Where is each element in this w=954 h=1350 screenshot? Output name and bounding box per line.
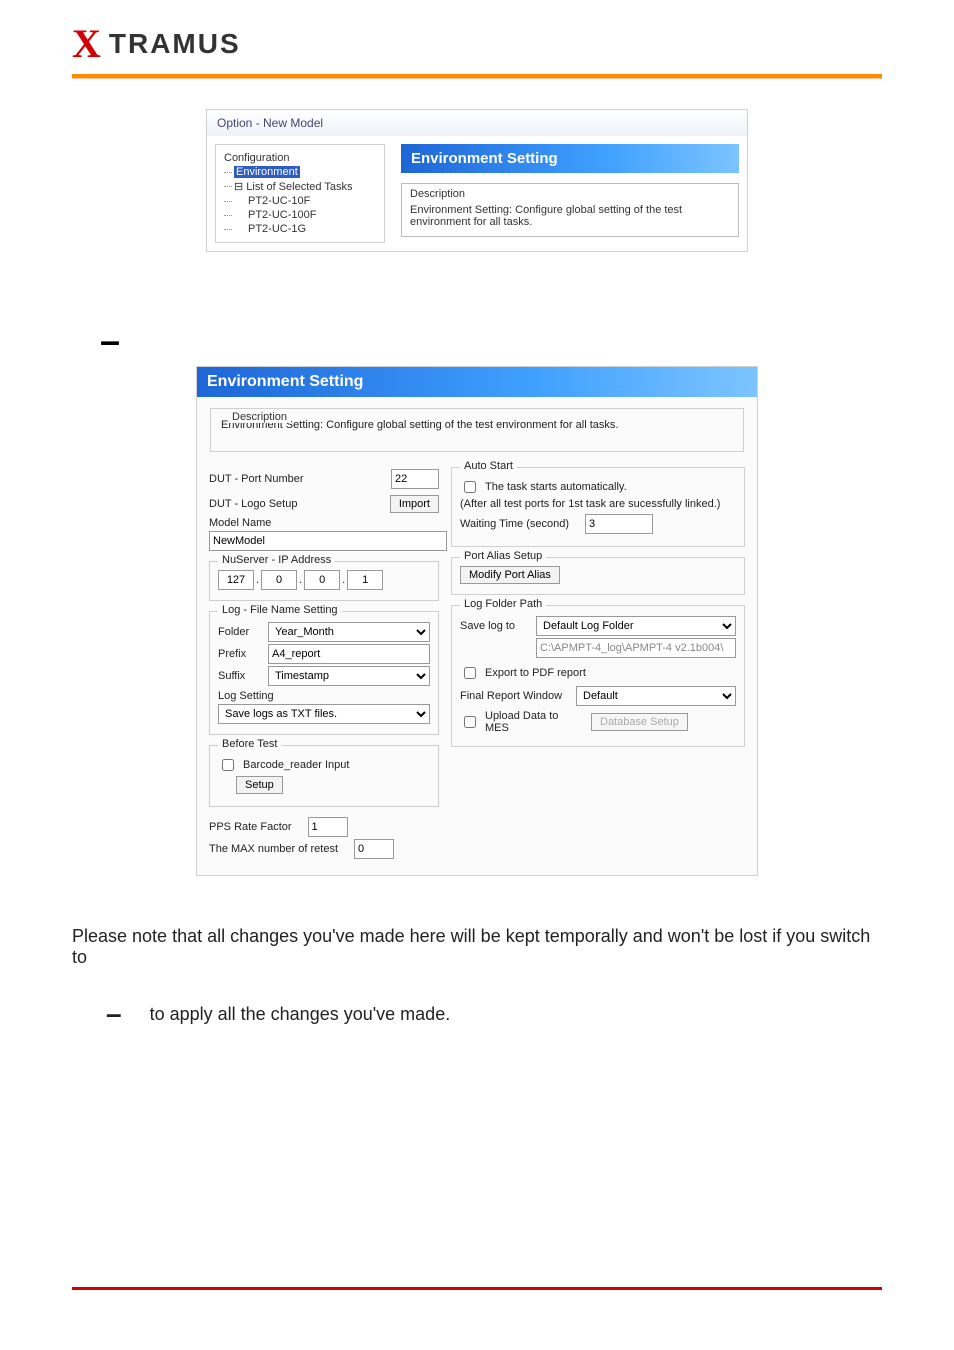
save-log-select[interactable]: Default Log Folder [536, 616, 736, 636]
final-report-label: Final Report Window [460, 690, 570, 702]
folder-label: Folder [218, 626, 262, 638]
model-name-input[interactable] [209, 531, 447, 551]
setup-button[interactable]: Setup [236, 776, 283, 794]
port-alias-group-label: Port Alias Setup [460, 550, 546, 562]
tree-item[interactable]: PT2-UC-10F [220, 194, 380, 208]
export-pdf-label: Export to PDF report [485, 667, 586, 679]
dut-logo-label: DUT - Logo Setup [209, 498, 297, 510]
pps-input[interactable] [308, 817, 348, 837]
ip-octet[interactable] [218, 570, 254, 590]
auto-start-group-label: Auto Start [460, 460, 517, 472]
environment-setting-heading-2: Environment Setting [197, 367, 757, 397]
prefix-input[interactable] [268, 644, 430, 664]
ip-octet[interactable] [304, 570, 340, 590]
folder-select[interactable]: Year_Month [268, 622, 430, 642]
waiting-input[interactable] [585, 514, 653, 534]
option-new-model-panel: Option - New Model Configuration Environ… [206, 109, 748, 252]
description-box: Description Environment Setting: Configu… [401, 183, 739, 237]
auto-start-label: The task starts automatically. [485, 481, 627, 493]
auto-start-checkbox[interactable] [464, 481, 476, 493]
bullet-dash: – [100, 320, 882, 362]
ip-octet[interactable] [261, 570, 297, 590]
export-pdf-checkbox[interactable] [464, 667, 476, 679]
tree-item[interactable]: PT2-UC-1G [220, 222, 380, 236]
bottom-rule [72, 1287, 882, 1290]
log-setting-select[interactable]: Save logs as TXT files. [218, 704, 430, 724]
retest-input[interactable] [354, 839, 394, 859]
save-log-path [536, 638, 736, 658]
bullet-dash-2: – [106, 998, 122, 1030]
before-test-group-label: Before Test [218, 738, 281, 750]
prefix-label: Prefix [218, 648, 262, 660]
suffix-select[interactable]: Timestamp [268, 666, 430, 686]
tree-item[interactable]: PT2-UC-100F [220, 208, 380, 222]
modify-port-alias-button[interactable]: Modify Port Alias [460, 566, 560, 584]
ip-octet[interactable] [347, 570, 383, 590]
logo-rest: TRAMUS [109, 28, 241, 60]
tree-root[interactable]: Configuration [220, 151, 380, 165]
nuserver-label: NuServer - IP Address [218, 554, 335, 566]
description-label: Description [410, 188, 730, 200]
logo-x: X [72, 24, 101, 64]
dut-port-input[interactable] [391, 469, 439, 489]
description-label: Description [228, 411, 291, 423]
upload-mes-checkbox[interactable] [464, 716, 476, 728]
barcode-checkbox[interactable] [222, 759, 234, 771]
log-folder-group-label: Log Folder Path [460, 598, 546, 610]
dut-port-label: DUT - Port Number [209, 473, 304, 485]
auto-start-hint: (After all test ports for 1st task are s… [460, 498, 736, 510]
database-setup-button[interactable]: Database Setup [591, 713, 688, 731]
final-report-select[interactable]: Default [576, 686, 736, 706]
panel-title: Option - New Model [207, 110, 747, 136]
log-filename-group-label: Log - File Name Setting [218, 604, 342, 616]
pps-label: PPS Rate Factor [209, 821, 292, 833]
import-button[interactable]: Import [390, 495, 439, 513]
barcode-label: Barcode_reader Input [243, 759, 349, 771]
environment-setting-panel: Environment Setting Description Environm… [196, 366, 758, 876]
environment-setting-heading: Environment Setting [401, 144, 739, 173]
retest-label: The MAX number of retest [209, 843, 338, 855]
suffix-label: Suffix [218, 670, 262, 682]
description-text: Environment Setting: Configure global se… [410, 204, 730, 228]
model-name-label: Model Name [209, 517, 271, 529]
tree-list-label[interactable]: ⊟ List of Selected Tasks [234, 181, 352, 193]
logo: X TRAMUS [0, 0, 954, 70]
waiting-label: Waiting Time (second) [460, 518, 569, 530]
config-tree: Configuration Environment ⊟ List of Sele… [215, 144, 385, 243]
body-text-1: Please note that all changes you've made… [72, 926, 882, 968]
upload-mes-label: Upload Data to MES [485, 710, 585, 734]
tree-environment-selected[interactable]: Environment [234, 166, 300, 178]
log-setting-label: Log Setting [218, 690, 274, 702]
save-log-label: Save log to [460, 620, 530, 632]
body-text-2: to apply all the changes you've made. [150, 1004, 451, 1025]
